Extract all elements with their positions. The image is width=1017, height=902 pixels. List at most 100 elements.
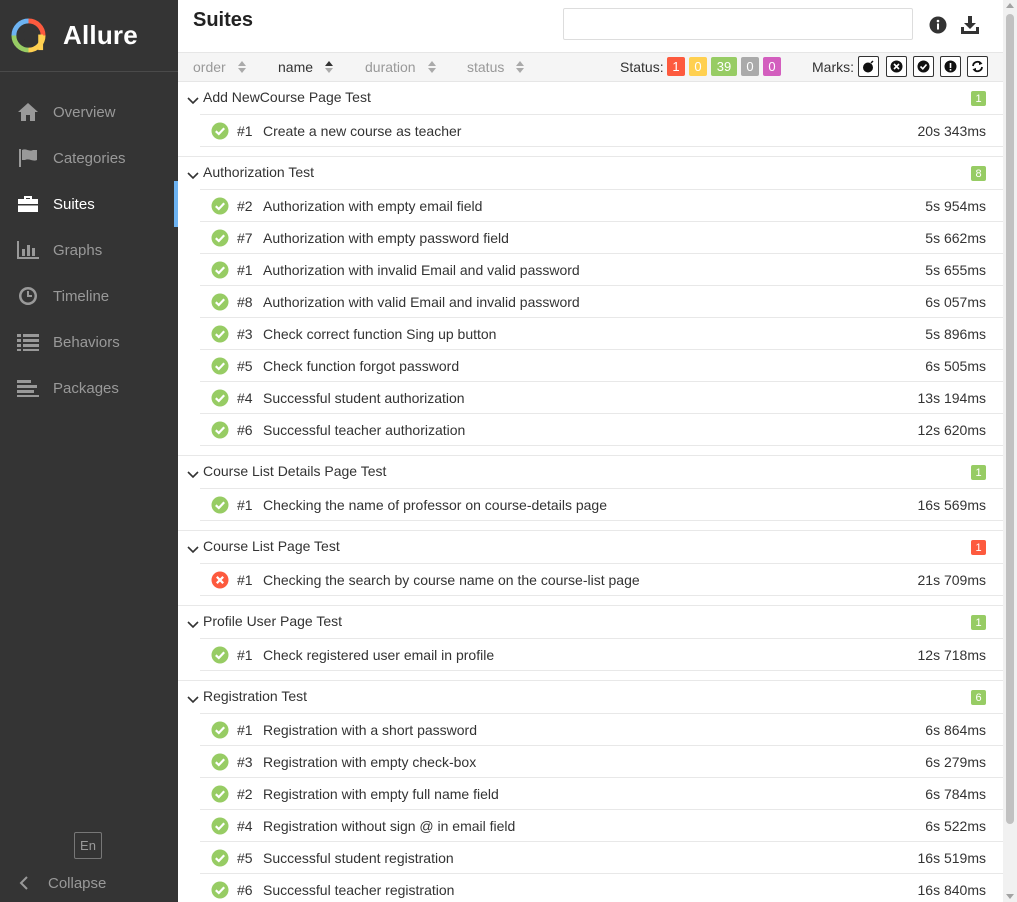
test-name: Authorization with valid Email and inval… [263,294,580,310]
test-row[interactable]: #1 Authorization with invalid Email and v… [200,253,1003,285]
retries-status-change-mark-icon[interactable] [967,56,988,77]
status-filter-failed[interactable]: 1 [667,57,685,76]
sidebar-item-suites[interactable]: Suites [0,181,178,227]
test-number: #7 [237,230,253,246]
test-name: Checking the search by course name on th… [263,572,640,588]
test-name: Authorization with empty email field [263,198,483,214]
brand[interactable]: Allure [0,0,178,72]
test-number: #1 [237,722,253,738]
test-row[interactable]: #1 Checking the name of professor on cour… [200,488,1003,520]
flaky-mark-icon[interactable] [858,56,879,77]
suite-header[interactable]: Profile User Page Test 1 [178,606,1003,638]
marks-filter-label: Marks: [812,59,854,75]
new-broken-mark-icon[interactable] [940,56,961,77]
search-input[interactable] [563,8,913,40]
test-row[interactable]: #7 Authorization with empty password fiel… [200,221,1003,253]
sort-asc-icon [325,61,334,73]
sidebar-item-packages[interactable]: Packages [0,365,178,411]
align-left-icon [16,376,40,400]
passed-status-icon [211,817,229,835]
status-filter-passed[interactable]: 39 [711,57,737,76]
sort-by-order[interactable]: order [193,59,246,75]
scrollbar-thumb[interactable] [1006,14,1014,824]
test-duration: 6s 279ms [925,754,986,770]
test-number: #2 [237,198,253,214]
sidebar: Allure Overview Categories Suites Graphs [0,0,178,902]
passed-status-icon [211,293,229,311]
download-icon[interactable] [959,14,981,36]
sort-icon [516,61,525,73]
sidebar-item-overview[interactable]: Overview [0,89,178,135]
main-panel: Suites order name duration status Status… [178,0,1003,902]
sort-by-name[interactable]: name [278,59,334,75]
suite-header[interactable]: Registration Test 6 [178,681,1003,713]
passed-status-icon [211,496,229,514]
test-row[interactable]: #2 Registration with empty full name fiel… [200,777,1003,809]
chevron-down-icon[interactable] [187,92,199,108]
language-switcher[interactable]: En [74,832,102,859]
test-duration: 20s 343ms [917,123,986,139]
suite-header[interactable]: Course List Page Test 1 [178,531,1003,563]
test-row[interactable]: #3 Registration with empty check-box 6s 27… [200,745,1003,777]
sidebar-item-graphs[interactable]: Graphs [0,227,178,273]
bar-chart-icon [16,238,40,262]
brand-name: Allure [63,20,138,50]
test-number: #6 [237,422,253,438]
sidebar-item-label: Categories [53,149,126,167]
new-passed-mark-icon[interactable] [913,56,934,77]
scroll-down-arrow-icon[interactable] [1006,894,1014,899]
status-filter-broken[interactable]: 0 [689,57,707,76]
test-row[interactable]: #8 Authorization with valid Email and inv… [200,285,1003,317]
sort-by-status[interactable]: status [467,59,525,75]
failed-status-icon [211,571,229,589]
suite-header[interactable]: Add NewCourse Page Test 1 [178,82,1003,114]
suite-header[interactable]: Course List Details Page Test 1 [178,456,1003,488]
test-name: Create a new course as teacher [263,123,462,139]
test-row[interactable]: #3 Check correct function Sing up button 5… [200,317,1003,349]
test-row[interactable]: #1 Create a new course as teacher 20s 343m… [200,114,1003,146]
test-row[interactable]: #6 Successful teacher registration 16s 840… [200,873,1003,902]
info-icon[interactable] [927,14,949,36]
chevron-down-icon[interactable] [187,541,199,557]
test-row[interactable]: #5 Check function forgot password 6s 505ms [200,349,1003,381]
test-row[interactable]: #1 Checking the search by course name on … [200,563,1003,595]
collapse-button[interactable]: Collapse [0,868,106,898]
test-row[interactable]: #5 Successful student registration 16s 519… [200,841,1003,873]
sidebar-item-timeline[interactable]: Timeline [0,273,178,319]
scrollbar[interactable] [1003,0,1017,902]
sidebar-item-behaviors[interactable]: Behaviors [0,319,178,365]
test-row[interactable]: #4 Registration without sign @ in email f… [200,809,1003,841]
test-row[interactable]: #6 Successful teacher authorization 12s 62… [200,413,1003,445]
test-name: Authorization with invalid Email and val… [263,262,580,278]
sort-by-duration[interactable]: duration [365,59,436,75]
test-duration: 5s 655ms [925,262,986,278]
test-name: Checking the name of professor on course… [263,497,607,513]
sidebar-item-label: Packages [53,379,119,397]
test-name: Successful student registration [263,850,454,866]
chevron-down-icon[interactable] [187,616,199,632]
suite-header[interactable]: Authorization Test 8 [178,157,1003,189]
test-number: #6 [237,882,253,898]
test-row[interactable]: #1 Registration with a short password 6s 8… [200,713,1003,745]
sidebar-menu: Overview Categories Suites Graphs Timeli… [0,89,178,411]
status-filter-unknown[interactable]: 0 [763,57,781,76]
status-filter-skipped[interactable]: 0 [741,57,759,76]
test-duration: 6s 505ms [925,358,986,374]
sidebar-item-categories[interactable]: Categories [0,135,178,181]
test-row[interactable]: #2 Authorization with empty email field 5s… [200,189,1003,221]
test-row[interactable]: #4 Successful student authorization 13s 19… [200,381,1003,413]
suite-group: Profile User Page Test 1 #1 Check registere… [178,605,1003,680]
chevron-down-icon[interactable] [187,167,199,183]
chevron-down-icon[interactable] [187,691,199,707]
test-name: Successful student authorization [263,390,465,406]
new-failed-mark-icon[interactable] [886,56,907,77]
test-number: #1 [237,123,253,139]
chevron-down-icon[interactable] [187,466,199,482]
suite-name: Registration Test [203,688,308,704]
test-duration: 6s 522ms [925,818,986,834]
sort-toolbar: order name duration status Status: 1 0 3… [178,52,1003,82]
suite-name: Add NewCourse Page Test [203,89,371,105]
test-number: #1 [237,262,253,278]
scroll-up-arrow-icon[interactable] [1006,3,1014,8]
test-row[interactable]: #1 Check registered user email in profile… [200,638,1003,670]
